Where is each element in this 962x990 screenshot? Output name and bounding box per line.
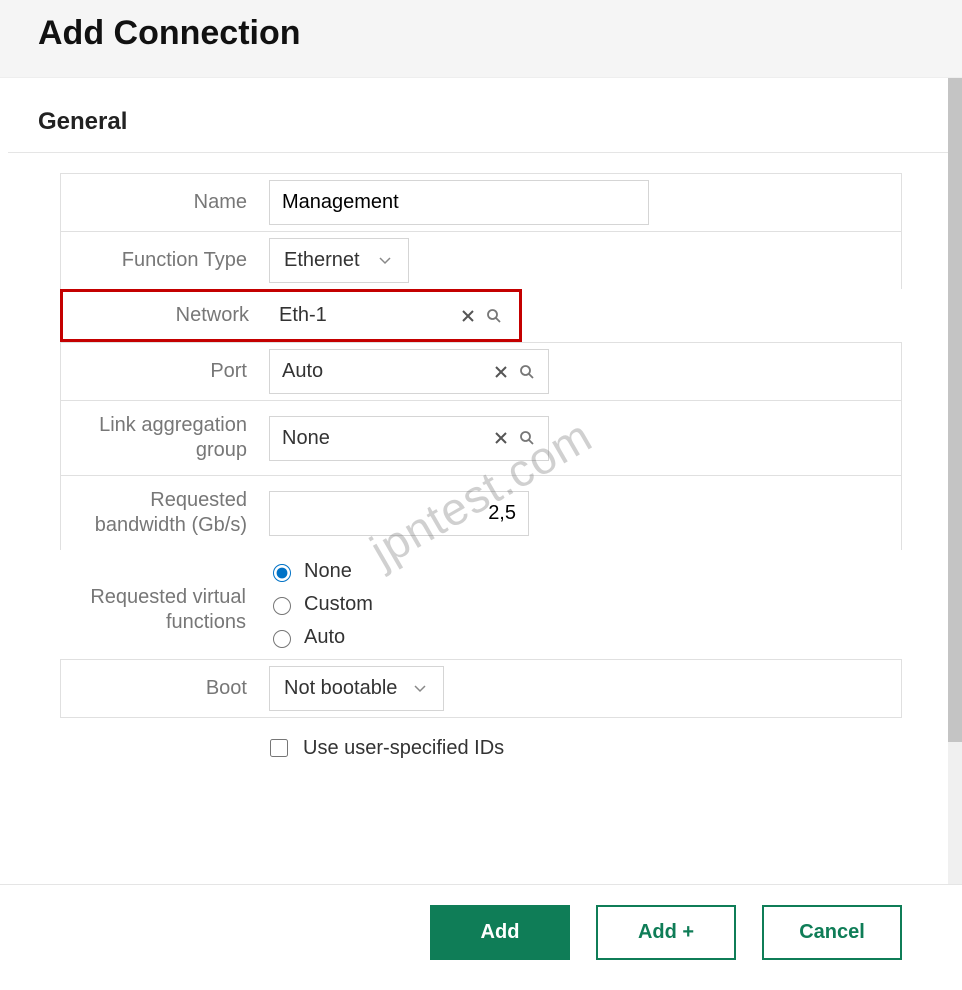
row-network: Network Eth-1 <box>60 289 522 342</box>
vf-option-none[interactable]: None <box>268 560 373 583</box>
row-port: Port Auto <box>60 342 902 400</box>
chevron-down-icon <box>376 252 394 270</box>
boot-select[interactable]: Not bootable <box>269 666 444 711</box>
row-function-type: Function Type Ethernet <box>60 231 902 289</box>
label-virtual-functions: Requested virtual functions <box>60 550 260 659</box>
vf-radio-auto[interactable] <box>273 630 291 648</box>
label-port: Port <box>61 343 261 400</box>
label-lag: Link aggregation group <box>61 401 261 475</box>
search-icon[interactable] <box>518 429 536 447</box>
bandwidth-input[interactable] <box>269 491 529 536</box>
lag-value: None <box>282 427 330 450</box>
clear-icon[interactable] <box>459 307 477 325</box>
section-heading-general: General <box>0 78 962 152</box>
vf-radio-custom[interactable] <box>273 597 291 615</box>
row-virtual-functions: Requested virtual functions None Custom <box>60 550 902 659</box>
add-button[interactable]: Add <box>430 905 570 960</box>
dialog-title: Add Connection <box>38 14 924 53</box>
label-boot: Boot <box>61 660 261 717</box>
label-network: Network <box>63 292 263 339</box>
network-picker[interactable]: Eth-1 <box>271 298 511 333</box>
dialog-add-connection: Add Connection General Name Function Typ… <box>0 0 962 990</box>
lag-picker[interactable]: None <box>269 416 549 461</box>
network-value: Eth-1 <box>279 304 327 327</box>
use-ids-checkbox[interactable] <box>270 739 288 757</box>
label-function-type: Function Type <box>61 232 261 289</box>
search-icon[interactable] <box>518 363 536 381</box>
footer-buttons: Add Add + Cancel <box>0 884 962 990</box>
vf-option-custom[interactable]: Custom <box>268 593 373 616</box>
row-use-ids: Use user-specified IDs <box>60 718 902 760</box>
clear-icon[interactable] <box>492 429 510 447</box>
scrollbar-thumb[interactable] <box>948 78 962 742</box>
label-name: Name <box>61 174 261 231</box>
use-ids-label: Use user-specified IDs <box>303 737 504 760</box>
function-type-value: Ethernet <box>284 249 360 272</box>
cancel-button[interactable]: Cancel <box>762 905 902 960</box>
title-bar: Add Connection <box>0 0 962 78</box>
row-boot: Boot Not bootable <box>60 659 902 718</box>
vf-radio-none[interactable] <box>273 564 291 582</box>
port-picker[interactable]: Auto <box>269 349 549 394</box>
port-value: Auto <box>282 360 323 383</box>
row-name: Name <box>60 173 902 231</box>
virtual-functions-radio-group: None Custom Auto <box>268 556 373 653</box>
section-divider <box>8 152 954 153</box>
add-plus-button[interactable]: Add + <box>596 905 736 960</box>
chevron-down-icon <box>411 680 429 698</box>
search-icon[interactable] <box>485 307 503 325</box>
function-type-select[interactable]: Ethernet <box>269 238 409 283</box>
row-lag: Link aggregation group None <box>60 400 902 475</box>
form-general: Name Function Type Ethernet <box>0 173 962 760</box>
label-bandwidth: Requested bandwidth (Gb/s) <box>61 476 261 550</box>
vf-option-auto[interactable]: Auto <box>268 626 373 649</box>
content-area: General Name Function Type Ethernet <box>0 78 962 908</box>
scrollbar[interactable] <box>948 78 962 908</box>
name-input[interactable] <box>269 180 649 225</box>
clear-icon[interactable] <box>492 363 510 381</box>
row-bandwidth: Requested bandwidth (Gb/s) <box>60 475 902 550</box>
boot-value: Not bootable <box>284 677 397 700</box>
